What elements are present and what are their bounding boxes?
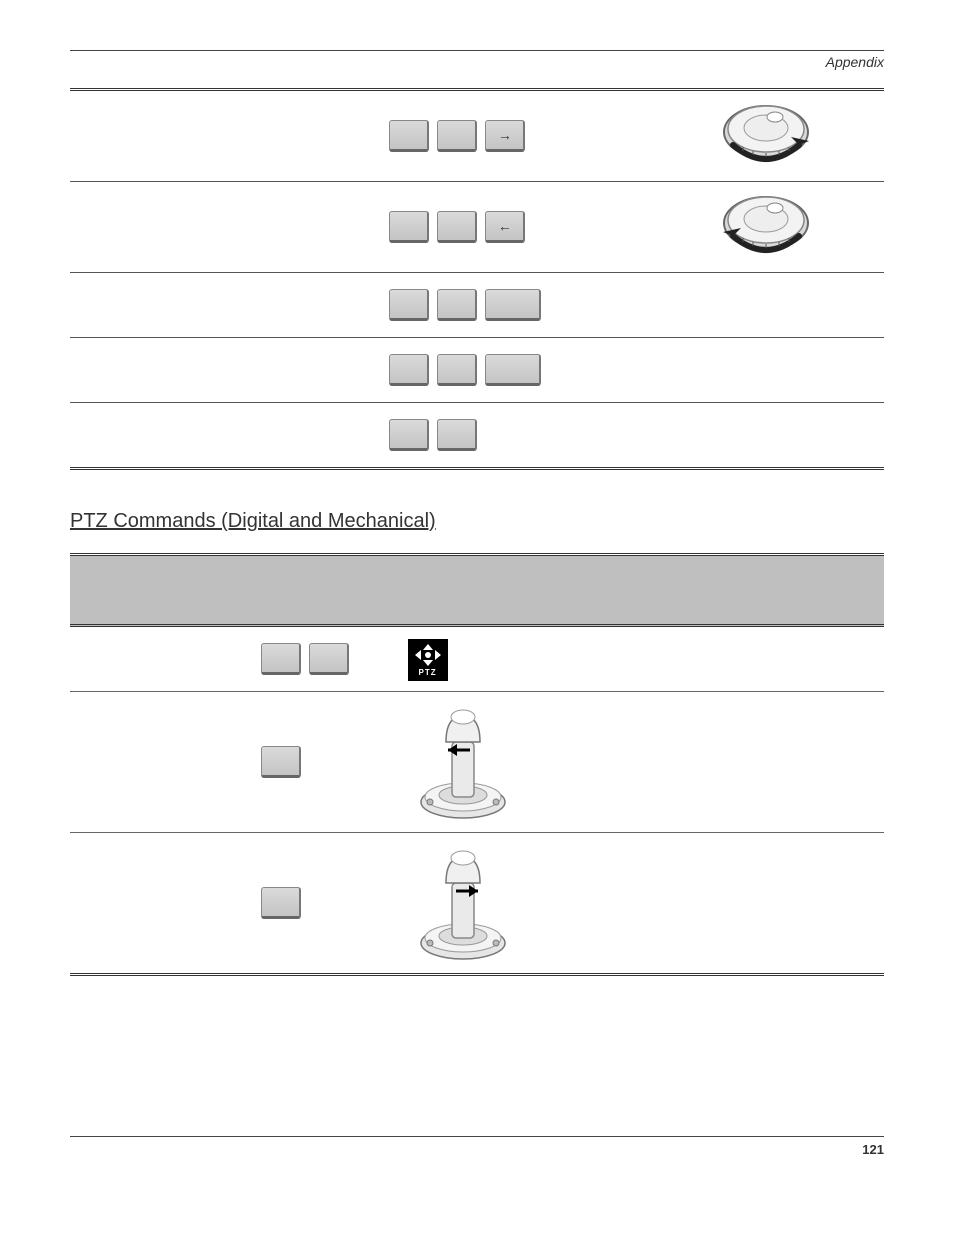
key-blank xyxy=(437,354,477,386)
key-group xyxy=(261,881,384,925)
key-blank xyxy=(437,211,477,243)
ptz-button-icon: PTZ xyxy=(408,639,448,681)
key-group xyxy=(261,637,384,681)
key-group xyxy=(261,740,384,784)
table-row xyxy=(70,692,884,833)
key-blank xyxy=(389,419,429,451)
table-header-row xyxy=(70,555,884,626)
key-blank xyxy=(389,211,429,243)
page-number: 121 xyxy=(70,1142,884,1157)
jog-dial-cw-icon xyxy=(658,101,874,171)
section-title: PTZ Commands (Digital and Mechanical) xyxy=(70,510,884,533)
col-header xyxy=(70,555,249,626)
key-blank xyxy=(437,419,477,451)
table-row xyxy=(70,403,884,469)
table-row: ← xyxy=(70,182,884,273)
key-blank xyxy=(389,354,429,386)
row-desc xyxy=(70,90,379,182)
shortcut-table-1: → xyxy=(70,88,884,470)
key-blank xyxy=(261,887,301,919)
table-row xyxy=(70,338,884,403)
key-group xyxy=(389,283,638,327)
key-blank xyxy=(437,289,477,321)
page-header-section: Appendix xyxy=(70,54,884,70)
row-desc xyxy=(70,273,379,338)
key-group: → xyxy=(389,114,638,158)
key-blank xyxy=(309,643,349,675)
row-desc xyxy=(70,626,249,692)
col-header xyxy=(396,555,884,626)
table-row: → xyxy=(70,90,884,182)
row-desc xyxy=(70,833,249,975)
key-group xyxy=(389,348,638,392)
key-blank xyxy=(261,643,301,675)
table-row xyxy=(70,273,884,338)
key-group: ← xyxy=(389,205,638,249)
joystick-left-icon xyxy=(408,702,872,822)
key-blank-wide xyxy=(485,289,541,321)
key-blank xyxy=(261,746,301,778)
col-header xyxy=(249,555,396,626)
ptz-label: PTZ xyxy=(419,668,437,677)
key-blank xyxy=(437,120,477,152)
row-desc xyxy=(70,692,249,833)
key-arrow-right: → xyxy=(485,120,525,152)
joystick-right-icon xyxy=(408,843,872,963)
key-blank xyxy=(389,289,429,321)
jog-dial-ccw-icon xyxy=(658,192,874,262)
row-desc xyxy=(70,403,379,469)
ptz-command-table: PTZ xyxy=(70,553,884,976)
table-row: PTZ xyxy=(70,626,884,692)
key-blank xyxy=(389,120,429,152)
key-group xyxy=(389,413,638,457)
row-desc xyxy=(70,182,379,273)
key-blank-wide xyxy=(485,354,541,386)
table-row xyxy=(70,833,884,975)
key-arrow-left: ← xyxy=(485,211,525,243)
row-desc xyxy=(70,338,379,403)
